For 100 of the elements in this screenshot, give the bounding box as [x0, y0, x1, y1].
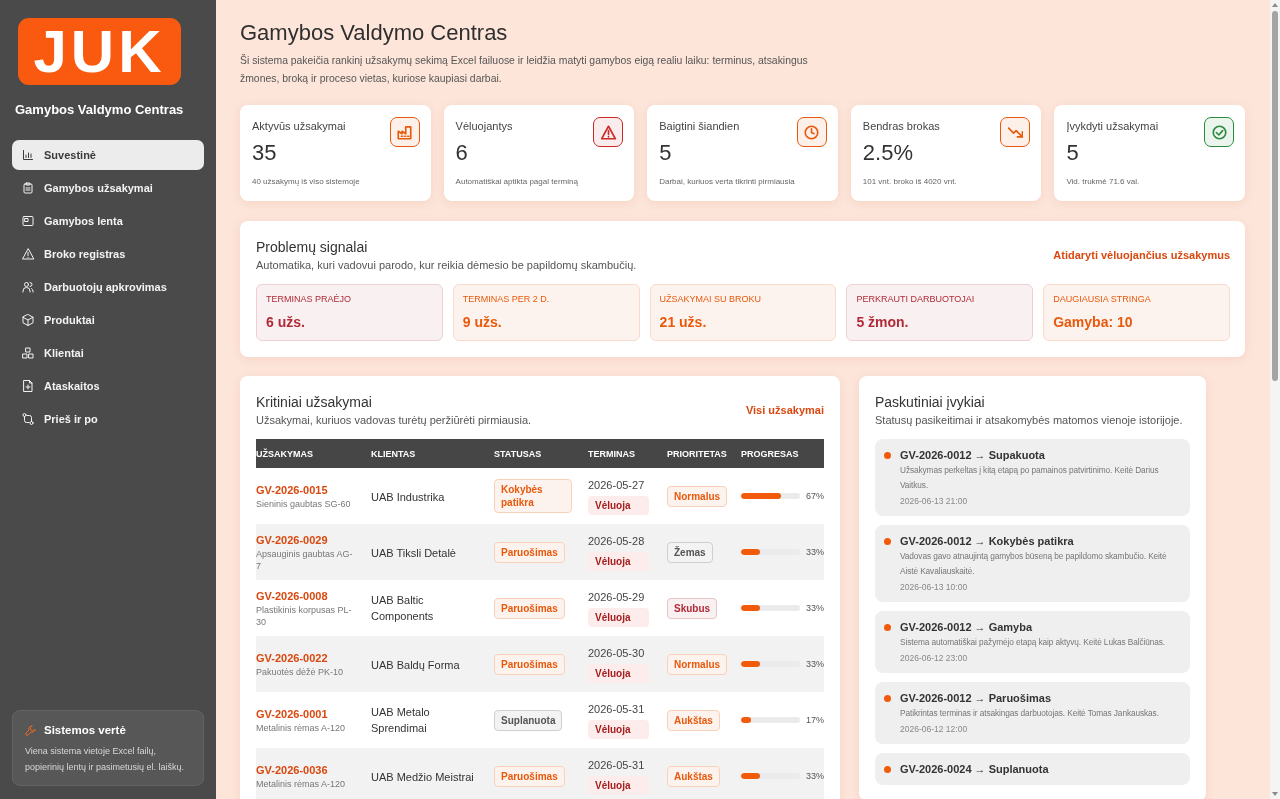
- kpi-note: Automatiškai aptikta pagal terminą: [455, 176, 579, 188]
- status-dot-icon: [884, 766, 891, 773]
- order-link[interactable]: GV-2026-0015: [256, 482, 328, 498]
- sidebar-item[interactable]: Gamybos lenta: [12, 206, 204, 236]
- event-time: 2026-06-12 12:00: [900, 723, 969, 736]
- compare-icon: [22, 413, 34, 425]
- sidebar-item[interactable]: Prieš ir po: [12, 404, 204, 434]
- event-time: 2026-06-12 23:00: [900, 652, 969, 665]
- status-tag: Suplanuota: [494, 709, 563, 731]
- kpi-value: 2.5%: [862, 139, 914, 167]
- column-header: PROGRESAS: [741, 448, 800, 459]
- overdue-tag: Vėluoja: [588, 775, 649, 795]
- signal-value: 9 užs.: [462, 313, 503, 332]
- client-name: UAB Baldų Forma: [371, 658, 460, 673]
- progress-value: 17%: [806, 715, 824, 725]
- order-link[interactable]: GV-2026-0022: [256, 650, 328, 666]
- client-name: UAB Medžio Meistrai: [371, 770, 474, 785]
- sidebar-item[interactable]: Ataskaitos: [12, 371, 204, 401]
- kpi-value: 6: [455, 139, 469, 167]
- overdue-tag: Vėluoja: [588, 663, 649, 683]
- priority-tag: Normalus: [667, 485, 728, 507]
- panel-title: Problemų signalai: [256, 238, 369, 257]
- kpi-note: 40 užsakymų iš viso sistemoje: [252, 176, 361, 188]
- overdue-tag: Vėluoja: [588, 607, 649, 627]
- info-text: Viena sistema vietoje Excel failų, popierinių lentų ir pasimetusių el. laiškų.: [25, 745, 186, 774]
- kpi-note: 101 vnt. broko iš 4020 vnt.: [862, 176, 958, 188]
- priority-tag: Aukštas: [667, 709, 720, 731]
- kpi-label: Įvykdyti užsakymai: [1066, 119, 1160, 134]
- kpi-label: Aktyvūs užsakymai: [252, 119, 347, 134]
- sidebar-item[interactable]: Suvestinė: [12, 140, 204, 170]
- panel-subtitle: Automatika, kuri vadovui parodo, kur reikia dėmesio be papildomų skambučių.: [256, 258, 637, 273]
- scrollbar[interactable]: [1270, 0, 1280, 799]
- sidebar-item[interactable]: Gamybos užsakymai: [12, 173, 204, 203]
- warning-icon: [22, 248, 34, 260]
- page-title: Gamybos Valdymo Centras: [240, 19, 509, 47]
- sidebar-item[interactable]: Broko registras: [12, 239, 204, 269]
- order-link[interactable]: GV-2026-0036: [256, 762, 328, 778]
- order-link[interactable]: GV-2026-0008: [256, 588, 328, 604]
- status-tag: Paruošimas: [494, 653, 565, 675]
- order-link[interactable]: GV-2026-0029: [256, 532, 328, 548]
- column-header: TERMINAS: [588, 448, 636, 459]
- client-name: UAB Metalo Sprendimai: [371, 705, 431, 736]
- priority-tag: Aukštas: [667, 765, 720, 787]
- sidebar-item[interactable]: Darbuotojų apkrovimas: [12, 272, 204, 302]
- signal-label: UŽSAKYMAI SU BROKU: [659, 293, 763, 305]
- progress-value: 67%: [806, 491, 824, 501]
- status-dot-icon: [884, 695, 891, 702]
- event-title: GV-2026-0012 → Gamyba: [900, 620, 1034, 635]
- product-name: Pakuotės dėžė PK-10: [256, 665, 345, 678]
- client-name: UAB Tiksli Detalė: [371, 546, 456, 561]
- status-tag: Paruošimas: [494, 597, 565, 619]
- overdue-tag: Vėluoja: [588, 719, 649, 739]
- page-description: Ši sistema pakeičia rankinį užsakymų sekimą Excel failuose ir leidžia matyti gamybos eigą realiu laiku: terminus, atsakingus žmones, broką ir proceso vietas, kuriose kaupiasi darbai.: [240, 53, 809, 86]
- product-name: Plastikinis korpusas PL-30: [256, 603, 353, 628]
- logo: JUK: [18, 18, 181, 85]
- app-title: Gamybos Valdymo Centras: [15, 101, 185, 119]
- signal-label: DAUGIAUSIA STRINGA: [1053, 293, 1152, 305]
- deadline-date: 2026-05-28: [588, 533, 646, 549]
- boxes-icon: [22, 347, 34, 359]
- overdue-orders-link[interactable]: Atidaryti vėluojančius užsakymus: [1053, 249, 1230, 261]
- product-name: Apsauginis gaubtas AG-7: [256, 547, 354, 572]
- info-title: Sistemos vertė: [44, 723, 126, 738]
- client-name: UAB Industrika: [371, 490, 445, 505]
- wrench-icon: [25, 724, 36, 736]
- sidebar-item[interactable]: Klientai: [12, 338, 204, 368]
- progress-value: 33%: [806, 659, 824, 669]
- status-tag: Paruošimas: [494, 765, 565, 787]
- column-header: KLIENTAS: [371, 448, 417, 459]
- scroll-down-icon[interactable]: [1272, 792, 1278, 796]
- order-link[interactable]: GV-2026-0001: [256, 706, 328, 722]
- kpi-label: Bendras brokas: [862, 119, 941, 134]
- event-title: GV-2026-0012 → Paruošimas: [900, 691, 1053, 706]
- overdue-tag: Vėluoja: [588, 495, 649, 515]
- deadline-date: 2026-05-31: [588, 757, 646, 773]
- deadline-date: 2026-05-30: [588, 645, 646, 661]
- column-header: STATUSAS: [494, 448, 543, 459]
- event-text: Vadovas gavo atnaujintą gamybos būseną be papildomo skambučio. Keitė Aistė Kavaliauskaitė.: [900, 550, 1168, 578]
- event-text: Patikrintas terminas ir atsakingas darbuotojas. Keitė Tomas Jankauskas.: [900, 707, 1159, 720]
- signal-value: 6 užs.: [266, 313, 306, 332]
- event-title: GV-2026-0012 → Kokybės patikra: [900, 534, 1075, 549]
- scrollbar-thumb[interactable]: [1272, 11, 1278, 381]
- product-name: Sieninis gaubtas SG-60: [256, 497, 352, 510]
- panel-subtitle: Statusų pasikeitimai ir atsakomybės matomos vienoje istorijoje.: [875, 413, 1183, 428]
- deadline-date: 2026-05-31: [588, 701, 646, 717]
- event-text: Sistema automatiškai pažymėjo etapą kaip aktyvų. Keitė Lukas Balčiūnas.: [900, 636, 1165, 649]
- signal-value: 21 užs.: [659, 313, 708, 332]
- event-time: 2026-06-13 10:00: [900, 581, 969, 594]
- kpi-value: 5: [1066, 139, 1080, 167]
- status-tag: Paruošimas: [494, 541, 565, 563]
- all-orders-link[interactable]: Visi užsakymai: [745, 404, 824, 416]
- client-name: UAB Baltic Components: [371, 593, 435, 624]
- panel-subtitle: Užsakymai, kuriuos vadovas turėtų peržiūrėti pirmiausia.: [256, 413, 532, 428]
- column-header: UŽSAKYMAS: [256, 448, 314, 459]
- kpi-label: Vėluojantys: [455, 119, 514, 134]
- sidebar-item[interactable]: Produktai: [12, 305, 204, 335]
- priority-tag: Normalus: [667, 653, 728, 675]
- status-dot-icon: [884, 538, 891, 545]
- scroll-up-icon[interactable]: [1272, 3, 1278, 7]
- signal-label: TERMINAS PER 2 D.: [462, 293, 551, 305]
- kpi-value: 35: [252, 139, 278, 167]
